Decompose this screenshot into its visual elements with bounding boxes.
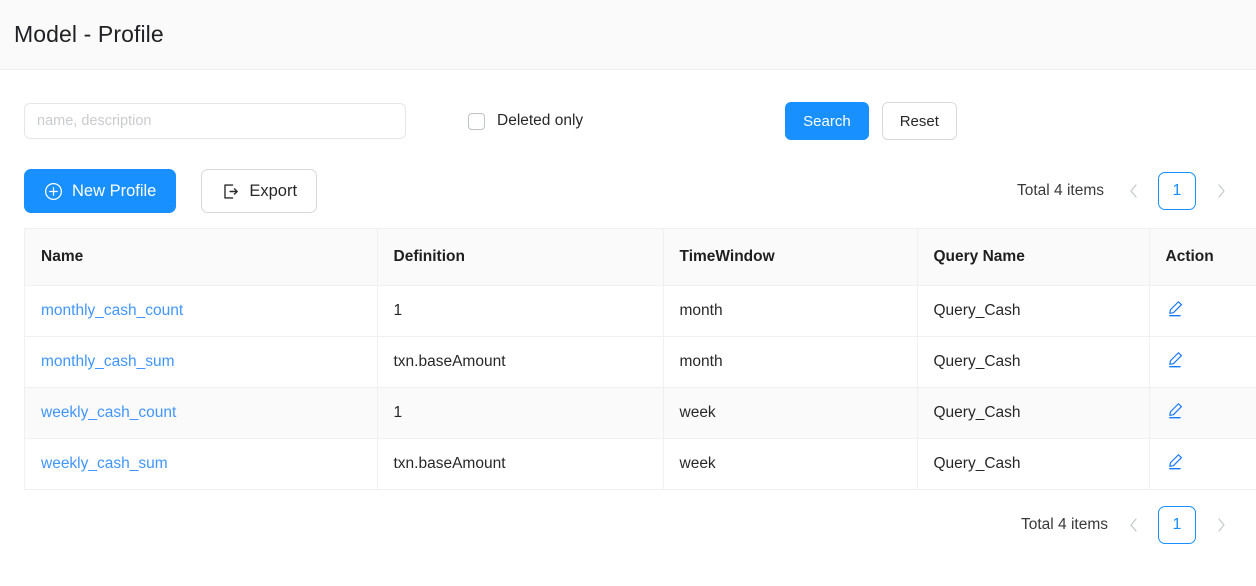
deleted-only-label: Deleted only (497, 112, 584, 129)
search-input[interactable] (24, 103, 406, 139)
toolbar: New Profile Export Total 4 items 1 (0, 144, 1256, 220)
cell-query-name: Query_Cash (917, 438, 1150, 489)
table-row[interactable]: monthly_cash_sum txn.baseAmount month Query… (25, 336, 1256, 388)
table-row[interactable]: monthly_cash_count 1 month Query_Cash (25, 285, 1256, 337)
checkbox-box[interactable] (468, 112, 485, 130)
edit-icon[interactable] (1166, 299, 1185, 318)
cell-definition: 1 (377, 387, 664, 439)
cell-definition: 1 (377, 285, 664, 337)
chevron-right-icon[interactable] (1210, 176, 1232, 206)
profile-table-wrapper: Name Definition TimeWindow Query Name Ac… (24, 228, 1256, 490)
pagination-bottom: Total 4 items 1 (0, 490, 1256, 544)
column-header-name: Name (25, 229, 378, 286)
pagination-total: Total 4 items (1016, 182, 1104, 199)
cell-timewindow: week (663, 387, 918, 439)
cell-query-name: Query_Cash (917, 387, 1150, 439)
cell-name: weekly_cash_sum (25, 438, 378, 489)
search-button[interactable]: Search (785, 102, 869, 140)
cell-name: monthly_cash_sum (25, 336, 378, 388)
profile-name-link[interactable]: monthly_cash_sum (41, 353, 175, 370)
cell-definition: txn.baseAmount (377, 438, 664, 489)
table-header-row: Name Definition TimeWindow Query Name Ac… (25, 229, 1256, 286)
new-profile-label: New Profile (72, 181, 157, 200)
table-body: monthly_cash_count 1 month Query_Cash monthl… (25, 285, 1256, 489)
new-profile-button[interactable]: New Profile (24, 169, 177, 213)
page-header: Model - Profile (0, 0, 1256, 70)
cell-timewindow: week (663, 438, 918, 489)
pagination-top: Total 4 items 1 (1017, 172, 1232, 210)
table-row[interactable]: weekly_cash_count 1 week Query_Cash (25, 387, 1256, 439)
cell-query-name: Query_Cash (917, 285, 1150, 337)
profile-name-link[interactable]: weekly_cash_count (41, 404, 176, 421)
page-title: Model - Profile (14, 21, 164, 47)
deleted-only-checkbox[interactable]: Deleted only (468, 112, 583, 130)
edit-icon[interactable] (1166, 401, 1185, 420)
pagination-page-1[interactable]: 1 (1158, 172, 1196, 210)
chevron-left-icon-bottom[interactable] (1122, 510, 1144, 540)
cell-name: weekly_cash_count (25, 387, 378, 439)
plus-circle-icon (44, 182, 63, 201)
chevron-right-icon-bottom[interactable] (1210, 510, 1232, 540)
column-header-timewindow: TimeWindow (663, 229, 918, 286)
table-row[interactable]: weekly_cash_sum txn.baseAmount week Query_C… (25, 438, 1256, 489)
cell-action (1149, 438, 1256, 489)
column-header-queryname: Query Name (917, 229, 1150, 286)
cell-action (1149, 387, 1256, 439)
column-header-action: Action (1149, 229, 1256, 286)
filter-bar: Deleted only Search Reset (0, 70, 1256, 144)
pagination-page-1-bottom[interactable]: 1 (1158, 505, 1196, 544)
cell-definition: txn.baseAmount (377, 336, 664, 388)
cell-action (1149, 285, 1256, 337)
cell-name: monthly_cash_count (25, 285, 378, 337)
chevron-left-icon[interactable] (1122, 176, 1144, 206)
cell-action (1149, 336, 1256, 388)
filter-actions: Search Reset (785, 102, 957, 140)
reset-button[interactable]: Reset (881, 102, 957, 140)
edit-icon[interactable] (1166, 350, 1185, 369)
export-icon (221, 182, 240, 201)
table-header: Name Definition TimeWindow Query Name Ac… (25, 229, 1256, 286)
export-button[interactable]: Export (201, 169, 318, 213)
profile-name-link[interactable]: weekly_cash_sum (41, 455, 168, 472)
column-header-definition: Definition (377, 229, 664, 286)
edit-icon[interactable] (1166, 452, 1185, 471)
pagination-total-bottom: Total 4 items (1020, 515, 1108, 533)
export-label: Export (249, 181, 298, 200)
cell-timewindow: month (663, 336, 918, 388)
profile-name-link[interactable]: monthly_cash_count (41, 302, 183, 319)
cell-timewindow: month (663, 285, 918, 337)
profile-table: Name Definition TimeWindow Query Name Ac… (25, 229, 1256, 489)
cell-query-name: Query_Cash (917, 336, 1150, 388)
